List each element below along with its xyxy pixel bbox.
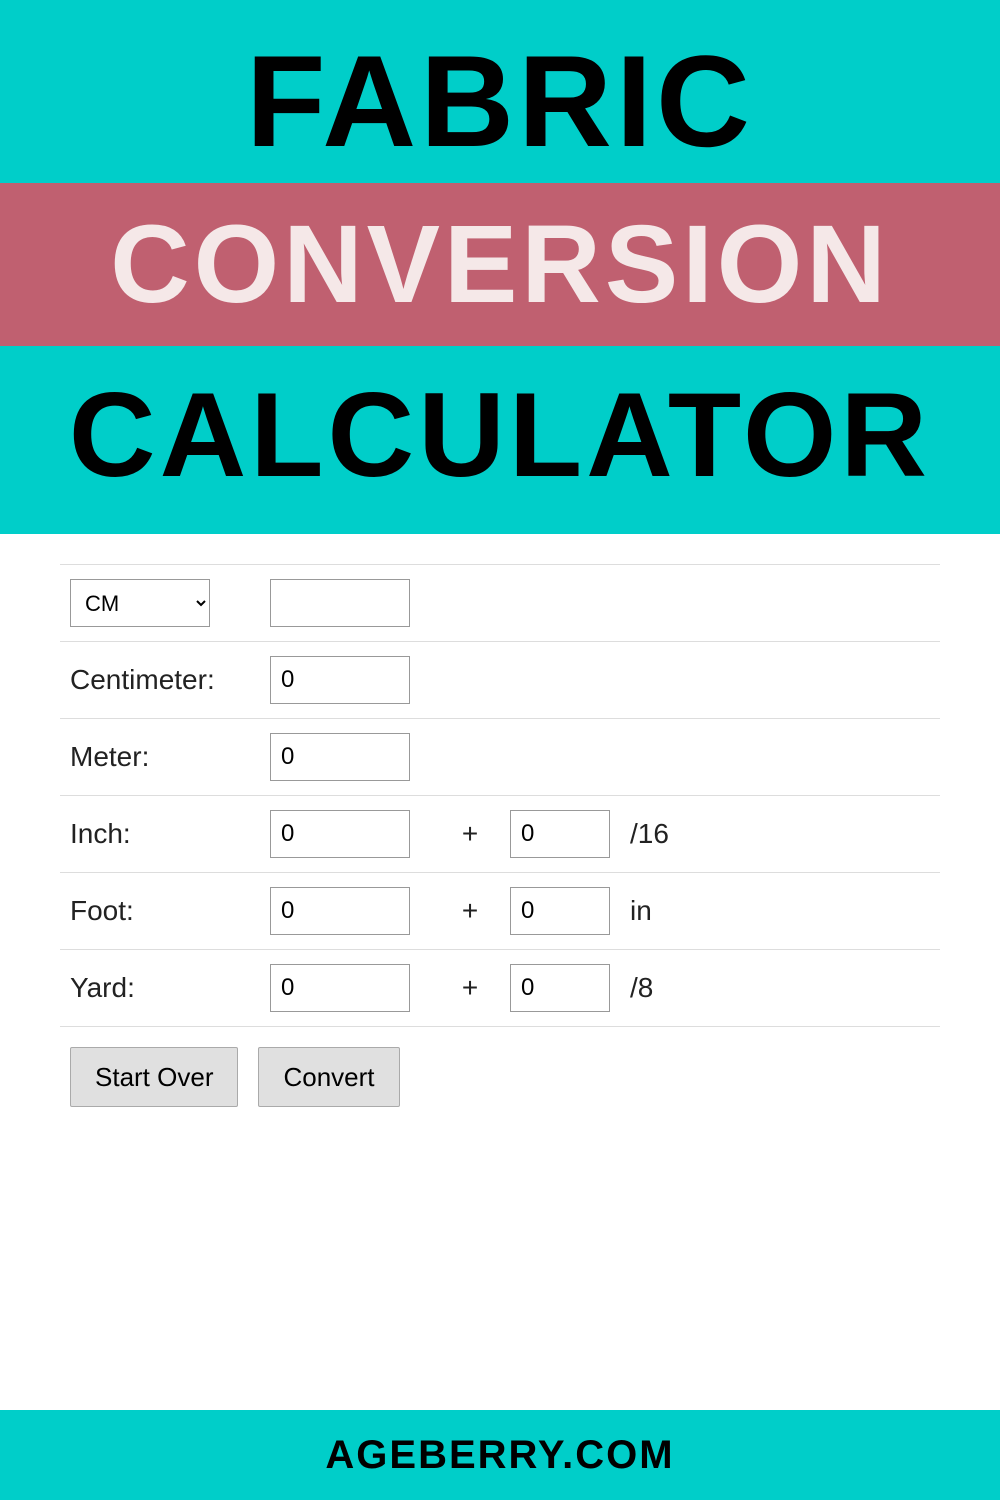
- unit-row: CM IN FT YD M: [60, 565, 940, 642]
- unit-empty3: [620, 565, 940, 642]
- m-empty1: [440, 719, 500, 796]
- yard-row: Yard: + /8: [60, 950, 940, 1027]
- header: FABRIC CONVERSION CALCULATOR: [0, 0, 1000, 534]
- yard-fraction-input[interactable]: [510, 964, 610, 1012]
- inch-input[interactable]: [270, 810, 410, 858]
- calc-table: CM IN FT YD M: [60, 564, 940, 1027]
- cm-empty1: [440, 642, 500, 719]
- foot-row: Foot: + in: [60, 873, 940, 950]
- unit-select-cell: CM IN FT YD M: [60, 565, 260, 642]
- meter-input[interactable]: [270, 733, 410, 781]
- start-over-button[interactable]: Start Over: [70, 1047, 238, 1107]
- inch-label: Inch:: [60, 796, 260, 873]
- m-empty3: [620, 719, 940, 796]
- yard-suffix: /8: [620, 950, 940, 1027]
- inch-fraction-input[interactable]: [510, 810, 610, 858]
- yard-plus: +: [440, 950, 500, 1027]
- inch-suffix: /16: [620, 796, 940, 873]
- calculator-section: CM IN FT YD M: [0, 534, 1000, 1410]
- cm-empty2: [500, 642, 620, 719]
- footer: AGEBERRY.COM: [0, 1410, 1000, 1500]
- title-calculator: CALCULATOR: [69, 346, 931, 534]
- unit-empty1: [440, 565, 500, 642]
- yard-input-cell: [260, 950, 440, 1027]
- yard-fraction-cell: [500, 950, 620, 1027]
- unit-input[interactable]: [270, 579, 410, 627]
- foot-suffix: in: [620, 873, 940, 950]
- footer-text: AGEBERRY.COM: [325, 1433, 674, 1478]
- foot-fraction-cell: [500, 873, 620, 950]
- title-fabric: FABRIC: [246, 0, 754, 183]
- convert-button[interactable]: Convert: [258, 1047, 399, 1107]
- centimeter-row: Centimeter:: [60, 642, 940, 719]
- foot-plus: +: [440, 873, 500, 950]
- m-empty2: [500, 719, 620, 796]
- cm-empty3: [620, 642, 940, 719]
- meter-label: Meter:: [60, 719, 260, 796]
- meter-input-cell: [260, 719, 440, 796]
- inch-row: Inch: + /16: [60, 796, 940, 873]
- inch-plus: +: [440, 796, 500, 873]
- unit-empty2: [500, 565, 620, 642]
- meter-row: Meter:: [60, 719, 940, 796]
- buttons-row: Start Over Convert: [60, 1047, 940, 1107]
- inch-input-cell: [260, 796, 440, 873]
- unit-select[interactable]: CM IN FT YD M: [70, 579, 210, 627]
- conversion-band: CONVERSION: [0, 183, 1000, 346]
- inch-fraction-cell: [500, 796, 620, 873]
- yard-label: Yard:: [60, 950, 260, 1027]
- centimeter-input-cell: [260, 642, 440, 719]
- unit-value-cell: [260, 565, 440, 642]
- foot-fraction-input[interactable]: [510, 887, 610, 935]
- foot-input[interactable]: [270, 887, 410, 935]
- foot-label: Foot:: [60, 873, 260, 950]
- yard-input[interactable]: [270, 964, 410, 1012]
- title-conversion: CONVERSION: [110, 203, 890, 326]
- foot-input-cell: [260, 873, 440, 950]
- centimeter-label: Centimeter:: [60, 642, 260, 719]
- centimeter-input[interactable]: [270, 656, 410, 704]
